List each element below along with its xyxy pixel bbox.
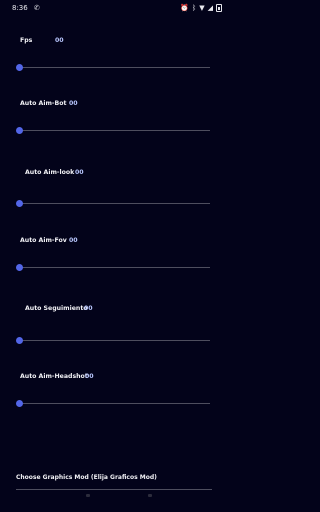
slider-thumb[interactable]: [16, 200, 23, 207]
slider-track: [19, 67, 210, 69]
setting-label-fps: Fps: [20, 37, 33, 44]
setting-value-auto-aim-look: 00: [75, 169, 84, 176]
slider-thumb[interactable]: [16, 264, 23, 271]
graphics-mod-label: Choose Graphics Mod (Elija Graficos Mod): [16, 474, 157, 481]
setting-label-auto-aim-bot: Auto Aim-Bot: [20, 100, 67, 107]
graphics-divider: [16, 489, 212, 490]
signal-icon: ◢: [207, 4, 213, 12]
auto-seguimiento-slider[interactable]: [16, 337, 210, 345]
slider-thumb[interactable]: [16, 127, 23, 134]
slider-track: [19, 403, 210, 405]
graphics-option-marker[interactable]: [86, 494, 90, 497]
graphics-option-marker[interactable]: [148, 494, 152, 497]
auto-aim-fov-slider[interactable]: [16, 264, 210, 272]
setting-label-auto-seguimiento: Auto Seguimiento: [25, 305, 88, 312]
setting-value-auto-seguimiento: 00: [84, 305, 93, 312]
alarm-icon: ⏰: [180, 4, 190, 12]
fps-slider[interactable]: [16, 64, 210, 72]
slider-track: [19, 203, 210, 205]
setting-value-auto-aim-bot: 00: [69, 100, 78, 107]
setting-label-auto-aim-look: Auto Aim-look: [25, 169, 75, 176]
auto-aim-headshot-slider[interactable]: [16, 400, 210, 408]
setting-value-auto-aim-fov: 00: [69, 237, 78, 244]
status-time: 8:36: [12, 4, 28, 12]
auto-aim-look-slider[interactable]: [16, 200, 210, 208]
status-bar: 8:36 ✆ ⏰ ᛒ ▼ ◢: [0, 0, 230, 18]
slider-track: [19, 130, 210, 132]
wifi-icon: ▼: [199, 4, 205, 12]
auto-aim-bot-slider[interactable]: [16, 127, 210, 135]
bluetooth-icon: ᛒ: [192, 4, 197, 12]
slider-track: [19, 267, 210, 269]
setting-value-auto-aim-headshot: 00: [85, 373, 94, 380]
setting-label-auto-aim-headshot: Auto Aim-Headshot: [20, 373, 88, 380]
status-icons: ⏰ ᛒ ▼ ◢: [180, 4, 222, 12]
slider-thumb[interactable]: [16, 64, 23, 71]
battery-icon: [216, 4, 222, 12]
slider-thumb[interactable]: [16, 400, 23, 407]
setting-label-auto-aim-fov: Auto Aim-Fov: [20, 237, 67, 244]
slider-track: [19, 340, 210, 342]
slider-thumb[interactable]: [16, 337, 23, 344]
setting-value-fps: 00: [55, 37, 64, 44]
phone-icon: ✆: [34, 4, 40, 12]
